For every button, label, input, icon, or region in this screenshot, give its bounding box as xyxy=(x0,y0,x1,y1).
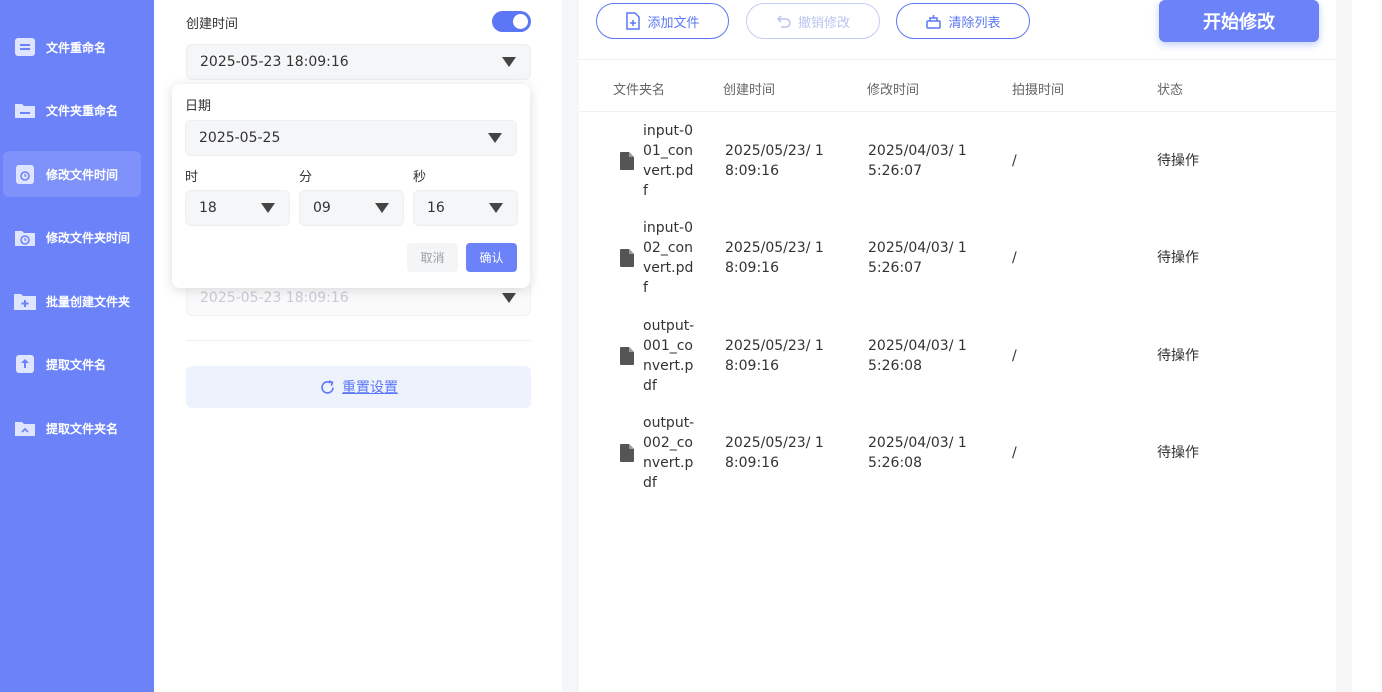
clear-icon xyxy=(925,13,942,30)
shoot-time: / xyxy=(1012,153,1017,169)
file-icon xyxy=(620,444,634,462)
sidebar-item-label: 修改文件夹时间 xyxy=(46,230,131,245)
status: 待操作 xyxy=(1157,445,1199,461)
sidebar-item-modify-folder-time[interactable]: 修改文件夹时间 xyxy=(3,214,141,260)
create-time: 2025/05/23/ 18:09:16 xyxy=(725,338,824,374)
caret-down-icon xyxy=(502,293,516,303)
clear-list-button[interactable]: 清除列表 xyxy=(896,3,1030,39)
table-row[interactable]: output-001_convert.pdf 2025/05/23/ 18:09… xyxy=(579,316,1336,413)
caret-down-icon xyxy=(489,203,503,213)
sidebar-item-label: 提取文件名 xyxy=(46,357,107,372)
folder-icon xyxy=(13,99,37,121)
add-file-button[interactable]: 添加文件 xyxy=(596,3,729,39)
undo-label: 撤销修改 xyxy=(797,15,850,31)
caret-down-icon xyxy=(375,203,389,213)
sidebar-item-label: 文件夹重命名 xyxy=(46,103,119,118)
column-header-status: 状态 xyxy=(1157,83,1184,98)
file-name: output-001_convert.pdf xyxy=(643,318,695,394)
sidebar-item-label: 提取文件夹名 xyxy=(46,421,119,436)
modify-time: 2025/04/03/ 15:26:08 xyxy=(868,435,967,471)
create-time: 2025/05/23/ 18:09:16 xyxy=(725,240,824,276)
create-time-value: 2025-05-23 18:09:16 xyxy=(200,54,349,70)
sidebar: 文件重命名 文件夹重命名 修改文件时间 修改文件夹时间 批量创建文件夹 提取文件… xyxy=(0,0,154,692)
modify-time: 2025/04/03/ 15:26:07 xyxy=(868,240,967,276)
cancel-button[interactable]: 取消 xyxy=(407,243,458,272)
shoot-time: / xyxy=(1012,250,1017,266)
folder-clock-icon xyxy=(13,226,37,248)
minute-select[interactable]: 09 xyxy=(299,190,404,226)
reset-settings-button[interactable]: 重置设置 xyxy=(186,366,531,408)
create-time-label: 创建时间 xyxy=(186,17,239,32)
divider xyxy=(186,340,531,341)
modify-time: 2025/04/03/ 15:26:08 xyxy=(868,338,967,374)
create-time: 2025/05/23/ 18:09:16 xyxy=(725,143,824,179)
status: 待操作 xyxy=(1157,250,1199,266)
second-value: 16 xyxy=(427,200,445,216)
file-lines-icon xyxy=(13,36,37,58)
toggle-knob xyxy=(513,14,528,29)
create-time: 2025/05/23/ 18:09:16 xyxy=(725,435,824,471)
file-name: output-002_convert.pdf xyxy=(643,415,695,491)
column-header-modify-time: 修改时间 xyxy=(867,83,920,98)
refresh-icon xyxy=(319,379,336,396)
sidebar-item-file-rename[interactable]: 文件重命名 xyxy=(3,24,141,70)
start-modify-button[interactable]: 开始修改 xyxy=(1159,0,1319,42)
undo-icon xyxy=(776,14,792,28)
second-select[interactable]: 16 xyxy=(413,190,518,226)
shoot-time: / xyxy=(1012,348,1017,364)
caret-down-icon xyxy=(502,57,516,67)
datetime-picker-popover: 日期 2025-05-25 时 分 秒 18 09 16 取消 确认 xyxy=(172,84,530,288)
file-add-icon xyxy=(625,12,641,30)
file-icon xyxy=(620,152,634,170)
sidebar-item-label: 修改文件时间 xyxy=(46,167,119,182)
file-icon xyxy=(620,347,634,365)
file-upload-icon xyxy=(13,353,37,375)
table-row[interactable]: input-002_convert.pdf 2025/05/23/ 18:09:… xyxy=(579,218,1336,315)
divider xyxy=(579,111,1336,112)
second-label: 秒 xyxy=(413,170,427,185)
sidebar-item-modify-file-time[interactable]: 修改文件时间 xyxy=(3,151,141,197)
column-header-create-time: 创建时间 xyxy=(723,83,776,98)
caret-down-icon xyxy=(488,133,502,143)
sidebar-item-folder-rename[interactable]: 文件夹重命名 xyxy=(3,87,141,133)
column-header-folder-name: 文件夹名 xyxy=(613,83,666,98)
caret-down-icon xyxy=(261,203,275,213)
sidebar-item-label: 批量创建文件夹 xyxy=(46,294,131,309)
add-file-label: 添加文件 xyxy=(647,15,700,31)
hour-label: 时 xyxy=(185,170,199,185)
date-label: 日期 xyxy=(185,99,212,114)
minute-label: 分 xyxy=(299,170,313,185)
sidebar-item-batch-create-folder[interactable]: 批量创建文件夹 xyxy=(3,278,141,324)
shoot-time: / xyxy=(1012,445,1017,461)
file-name: input-002_convert.pdf xyxy=(643,220,694,296)
hour-value: 18 xyxy=(199,200,217,216)
file-clock-icon xyxy=(13,163,37,185)
file-name: input-001_convert.pdf xyxy=(643,123,694,199)
sidebar-item-extract-foldername[interactable]: 提取文件夹名 xyxy=(3,405,141,451)
table-row[interactable]: input-001_convert.pdf 2025/05/23/ 18:09:… xyxy=(579,121,1336,218)
reset-settings-label: 重置设置 xyxy=(342,380,398,396)
status: 待操作 xyxy=(1157,153,1199,169)
create-time-select[interactable]: 2025-05-23 18:09:16 xyxy=(186,44,531,80)
folder-up-icon xyxy=(13,417,37,439)
sidebar-item-extract-filename[interactable]: 提取文件名 xyxy=(3,341,141,387)
undo-button[interactable]: 撤销修改 xyxy=(746,3,880,39)
sidebar-item-label: 文件重命名 xyxy=(46,40,107,55)
date-select[interactable]: 2025-05-25 xyxy=(185,120,517,156)
confirm-button[interactable]: 确认 xyxy=(466,243,517,272)
modify-time: 2025/04/03/ 15:26:07 xyxy=(868,143,967,179)
table-row[interactable]: output-002_convert.pdf 2025/05/23/ 18:09… xyxy=(579,413,1336,510)
status: 待操作 xyxy=(1157,348,1199,364)
date-value: 2025-05-25 xyxy=(199,130,281,146)
folder-plus-icon xyxy=(13,290,37,312)
create-time-toggle[interactable] xyxy=(492,11,531,32)
divider xyxy=(579,59,1336,60)
file-list-area: 添加文件 撤销修改 清除列表 开始修改 文件夹名 创建时间 修改时间 拍摄时间 … xyxy=(579,0,1336,692)
hour-select[interactable]: 18 xyxy=(185,190,290,226)
column-header-shoot-time: 拍摄时间 xyxy=(1012,83,1065,98)
clear-list-label: 清除列表 xyxy=(948,15,1001,31)
minute-value: 09 xyxy=(313,200,331,216)
file-icon xyxy=(620,249,634,267)
second-time-value: 2025-05-23 18:09:16 xyxy=(200,290,349,306)
